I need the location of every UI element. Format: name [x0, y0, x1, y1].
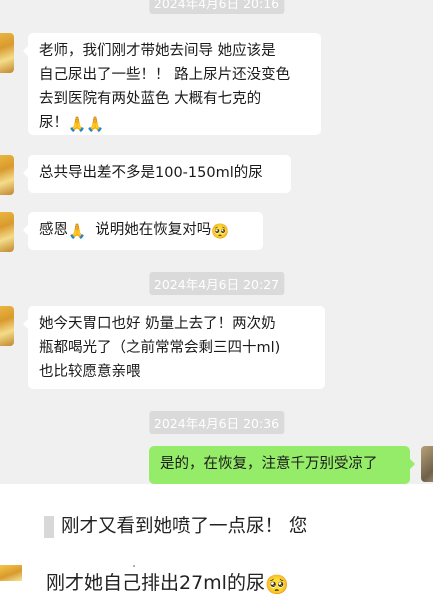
- message-bubble[interactable]: 总共导出差不多是100-150ml的尿: [23, 155, 291, 193]
- message-line: 她今天胃口也好 奶量上去了！两次奶: [39, 316, 276, 332]
- avatar[interactable]: [0, 33, 14, 73]
- message-line: 也比较愿意亲喂: [39, 364, 141, 380]
- avatar[interactable]: [0, 306, 14, 346]
- final-message: 刚才她自己排出27ml的尿🥺: [46, 570, 289, 598]
- message-line: 是的，在恢复，注意千万别受凉了: [160, 456, 378, 472]
- pray-emoji-icon: 🙏: [68, 224, 87, 240]
- pleading-face-emoji-icon: 🥺: [211, 224, 230, 240]
- pray-emoji-icon: 🙏🙏: [68, 117, 105, 133]
- message-line: 自己尿出了一些！！ 路上尿片还没变色: [39, 67, 291, 83]
- pleading-face-emoji-icon: 🥺: [264, 574, 289, 596]
- message-line: 去到医院有两处蓝色 大概有七克的: [39, 91, 262, 107]
- message-text: 感恩: [39, 222, 68, 238]
- my-message-bubble[interactable]: 是的，在恢复，注意千万别受凉了: [149, 446, 415, 484]
- bubble-edge: [44, 516, 54, 538]
- timestamp: 2024年4月6日 20:36: [148, 411, 285, 434]
- message-bubble[interactable]: 老师，我们刚才带她去间导 她应该是 自己尿出了一些！！ 路上尿片还没变色 去到医…: [23, 33, 321, 135]
- final-message-text: 刚才她自己排出27ml的尿: [46, 572, 265, 594]
- avatar[interactable]: [0, 212, 14, 252]
- message-bubble[interactable]: 感恩🙏 说明她在恢复对吗🥺: [23, 212, 263, 250]
- avatar[interactable]: [0, 565, 22, 581]
- lower-screenshot-area: 刚才又看到她喷了一点尿！ 您 刚才她自己排出27ml的尿🥺: [0, 484, 447, 606]
- message-line: 老师，我们刚才带她去间导 她应该是: [39, 43, 276, 59]
- timestamp: 2024年4月6日 20:16: [148, 0, 285, 14]
- my-avatar[interactable]: [421, 446, 433, 482]
- message-line: 瓶都喝光了（之前常常会剩三四十ml): [39, 340, 281, 356]
- avatar[interactable]: [0, 155, 14, 195]
- dot-mark: [133, 565, 135, 567]
- message-text: 说明她在恢复对吗: [95, 222, 212, 238]
- cropped-message: 刚才又看到她喷了一点尿！ 您: [44, 514, 306, 540]
- cropped-message-text: 刚才又看到她喷了一点尿！ 您: [61, 516, 306, 537]
- message-line: 总共导出差不多是100-150ml的尿: [39, 165, 263, 181]
- timestamp: 2024年4月6日 20:27: [148, 272, 285, 295]
- message-line: 尿！: [39, 115, 68, 131]
- chat-window: 2024年4月6日 20:16 老师，我们刚才带她去间导 她应该是 自己尿出了一…: [0, 0, 433, 484]
- message-bubble[interactable]: 她今天胃口也好 奶量上去了！两次奶 瓶都喝光了（之前常常会剩三四十ml) 也比较…: [23, 306, 325, 389]
